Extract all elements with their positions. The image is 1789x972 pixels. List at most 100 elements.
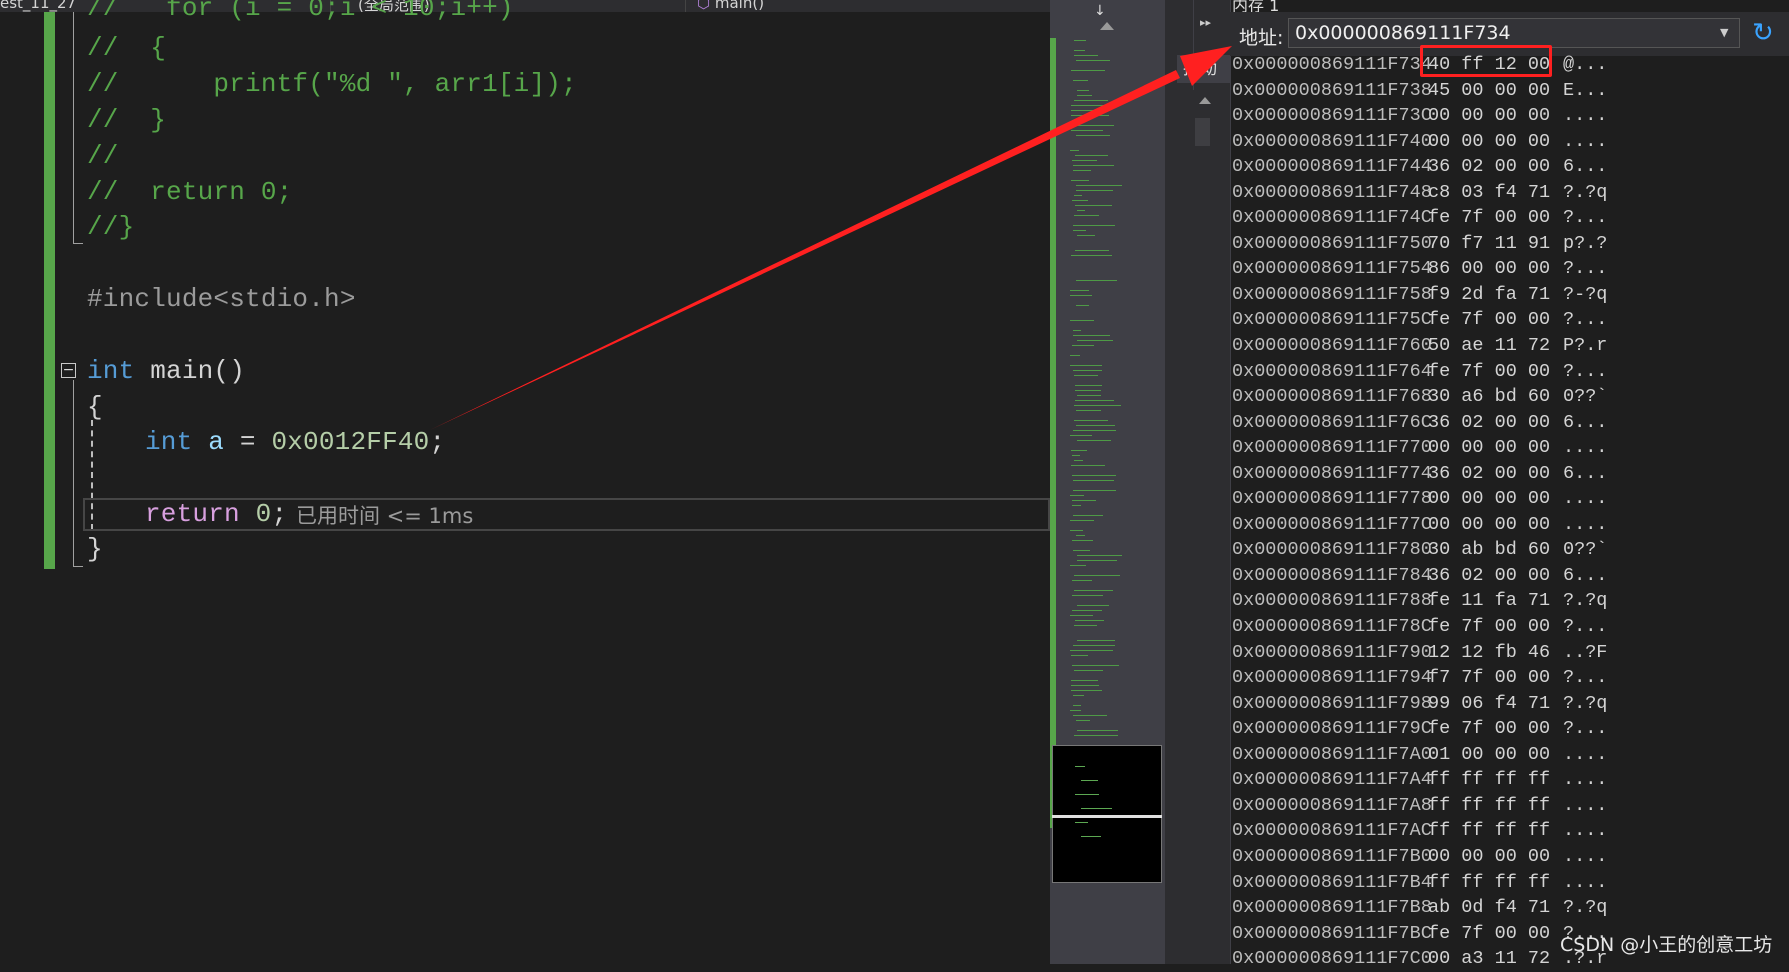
minimap-line bbox=[1075, 385, 1102, 386]
memory-row[interactable]: 0x000000869111F738 45 00 00 00 E... bbox=[1230, 78, 1789, 104]
minimap-line bbox=[1073, 330, 1081, 331]
memory-bytes: 99 06 f4 71 bbox=[1428, 692, 1551, 714]
minimap-line bbox=[1077, 95, 1092, 96]
memory-ascii: .... bbox=[1563, 488, 1608, 510]
variable-a: a bbox=[192, 427, 225, 457]
memory-bytes: 00 00 00 00 bbox=[1428, 130, 1551, 152]
minimap-line bbox=[1073, 480, 1114, 481]
memory-bytes: 00 00 00 00 bbox=[1428, 488, 1551, 510]
memory-row[interactable]: 0x000000869111F750 70 f7 11 91 p?.? bbox=[1230, 231, 1789, 257]
minimap-line bbox=[1075, 390, 1101, 391]
memory-bytes: 50 ae 11 72 bbox=[1428, 335, 1551, 357]
memory-row[interactable]: 0x000000869111F78C fe 7f 00 00?... bbox=[1230, 614, 1789, 640]
code-line-open-brace: { bbox=[87, 392, 103, 422]
collapse-icon[interactable]: − bbox=[61, 363, 76, 378]
memory-row[interactable]: 0x000000869111F744 36 02 00 00 6... bbox=[1230, 154, 1789, 180]
minimap-line bbox=[1070, 520, 1094, 521]
memory-ascii: ?... bbox=[1563, 360, 1608, 382]
minimap-line bbox=[1072, 160, 1097, 161]
memory-addr: 0x000000869111F7A4 bbox=[1232, 769, 1432, 791]
memory-row[interactable]: 0x000000869111F73C 00 00 00 00.... bbox=[1230, 103, 1789, 129]
outline-guide bbox=[73, 380, 74, 566]
memory-row[interactable]: 0x000000869111F74C fe 7f 00 00?... bbox=[1230, 205, 1789, 231]
code-comment-string: "%d " bbox=[324, 69, 404, 99]
minimap-line bbox=[1073, 645, 1115, 646]
memory-addr: 0x000000869111F76C bbox=[1232, 411, 1432, 433]
memory-row[interactable]: 0x000000869111F778 00 00 00 00.... bbox=[1230, 486, 1789, 512]
memory-row[interactable]: 0x000000869111F75C fe 7f 00 00?... bbox=[1230, 307, 1789, 333]
memory-row[interactable]: 0x000000869111F788 fe 11 fa 71 ?.?q bbox=[1230, 588, 1789, 614]
memory-row[interactable]: 0x000000869111F770 00 00 00 00.... bbox=[1230, 435, 1789, 461]
memory-row[interactable]: 0x000000869111F798 99 06 f4 71 ?.?q bbox=[1230, 691, 1789, 717]
minimap-line bbox=[1077, 235, 1095, 236]
code-line-declaration: int a = 0x0012FF40; bbox=[145, 427, 445, 457]
memory-ascii: ?... bbox=[1563, 207, 1608, 229]
map-mode-scrollbar[interactable]: ↓ bbox=[1050, 0, 1165, 964]
memory-row[interactable]: 0x000000869111F790 12 12 fb 46 ..?F bbox=[1230, 640, 1789, 666]
code-line-3: // printf("%d ", arr1[i]); bbox=[87, 69, 577, 99]
overflow-icon[interactable]: ▸▸ bbox=[1200, 16, 1211, 29]
memory-bytes: 36 02 00 00 bbox=[1428, 564, 1551, 586]
arrow-down-icon[interactable]: ↓ bbox=[1094, 4, 1106, 18]
memory-row[interactable]: 0x000000869111F774 36 02 00 00 6... bbox=[1230, 461, 1789, 487]
memory-row[interactable]: 0x000000869111F7A4 ff ff ff ff.... bbox=[1230, 767, 1789, 793]
memory-row[interactable]: 0x000000869111F784 36 02 00 00 6... bbox=[1230, 563, 1789, 589]
memory-row[interactable]: 0x000000869111F780 30 ab bd 60 0??` bbox=[1230, 537, 1789, 563]
memory-ascii: 6... bbox=[1563, 411, 1608, 433]
scroll-up-icon[interactable] bbox=[1199, 97, 1211, 104]
panel-gutter bbox=[1165, 0, 1193, 964]
memory-row[interactable]: 0x000000869111F760 50 ae 11 72 P?.r bbox=[1230, 333, 1789, 359]
memory-row[interactable]: 0x000000869111F748 c8 03 f4 71 ?.?q bbox=[1230, 180, 1789, 206]
function-dropdown[interactable]: ⬡ main() bbox=[697, 0, 764, 12]
push-tab[interactable]: 推动 bbox=[1177, 55, 1230, 83]
minimap-line bbox=[1081, 808, 1112, 809]
memory-row[interactable]: 0x000000869111F7A8 ff ff ff ff.... bbox=[1230, 793, 1789, 819]
scrollbar-thumb[interactable] bbox=[1195, 118, 1210, 146]
memory-row[interactable]: 0x000000869111F7B4 ff ff ff ff.... bbox=[1230, 870, 1789, 896]
minimap-line bbox=[1070, 320, 1094, 321]
semicolon: ; bbox=[271, 499, 288, 529]
memory-ascii: @... bbox=[1563, 54, 1608, 75]
refresh-icon[interactable]: ↻ bbox=[1752, 18, 1774, 48]
memory-row[interactable]: 0x000000869111F77C 00 00 00 00.... bbox=[1230, 512, 1789, 538]
memory-addr: 0x000000869111F744 bbox=[1232, 156, 1432, 178]
perf-tip[interactable]: 已用时间 <= 1ms bbox=[296, 500, 473, 530]
minimap-viewport[interactable] bbox=[1052, 745, 1162, 883]
scroll-up-icon[interactable] bbox=[1100, 22, 1114, 30]
minimap-line bbox=[1074, 420, 1108, 421]
vertical-scrollbar[interactable] bbox=[1193, 90, 1212, 964]
code-editor[interactable]: est_11_27 (全局范围) ⬡ main() − // for (i = … bbox=[0, 0, 1050, 964]
memory-addr: 0x000000869111F774 bbox=[1232, 462, 1432, 484]
project-dropdown[interactable]: est_11_27 bbox=[0, 0, 76, 12]
minimap-line bbox=[1077, 555, 1122, 556]
minimap-line bbox=[1074, 405, 1121, 406]
memory-row[interactable]: 0x000000869111F740 00 00 00 00.... bbox=[1230, 129, 1789, 155]
memory-row[interactable]: 0x000000869111F758 f9 2d fa 71 ?-?q bbox=[1230, 282, 1789, 308]
memory-row[interactable]: 0x000000869111F768 30 a6 bd 60 0??` bbox=[1230, 384, 1789, 410]
chevron-down-icon[interactable]: ▼ bbox=[1720, 26, 1728, 39]
minimap-line bbox=[1070, 530, 1083, 531]
address-input[interactable]: 0x000000869111F734 bbox=[1288, 18, 1740, 48]
memory-row[interactable]: 0x000000869111F76C 36 02 00 00 6... bbox=[1230, 410, 1789, 436]
minimap-line bbox=[1070, 355, 1080, 356]
minimap-line bbox=[1072, 505, 1081, 506]
memory-row[interactable]: 0x000000869111F7A0 01 00 00 00.... bbox=[1230, 742, 1789, 768]
memory-row[interactable]: 0x000000869111F794 f7 7f 00 00?... bbox=[1230, 665, 1789, 691]
minimap-line bbox=[1076, 425, 1115, 426]
memory-row[interactable]: 0x000000869111F764 fe 7f 00 00?... bbox=[1230, 359, 1789, 385]
minimap-line bbox=[1071, 70, 1105, 71]
memory-addr: 0x000000869111F750 bbox=[1232, 232, 1432, 254]
memory-row[interactable]: 0x000000869111F7B0 00 00 00 00.... bbox=[1230, 844, 1789, 870]
memory-row[interactable]: 0x000000869111F7B8 ab 0d f4 71 ?.?q bbox=[1230, 895, 1789, 921]
minimap-line bbox=[1071, 680, 1098, 681]
memory-ascii: P?.r bbox=[1563, 335, 1608, 357]
memory-bytes: ff ff ff ff bbox=[1428, 871, 1551, 893]
minimap-line bbox=[1071, 115, 1109, 116]
memory-row[interactable]: 0x000000869111F79C fe 7f 00 00?... bbox=[1230, 716, 1789, 742]
memory-row[interactable]: 0x000000869111F7AC ff ff ff ff.... bbox=[1230, 818, 1789, 844]
minimap-line bbox=[1070, 290, 1089, 291]
memory-rows: 0x000000869111F734 40 ff 12 00 @... 0x00000… bbox=[1230, 52, 1789, 972]
memory-bytes: 36 02 00 00 bbox=[1428, 462, 1551, 484]
memory-row[interactable]: 0x000000869111F754 86 00 00 00?... bbox=[1230, 256, 1789, 282]
